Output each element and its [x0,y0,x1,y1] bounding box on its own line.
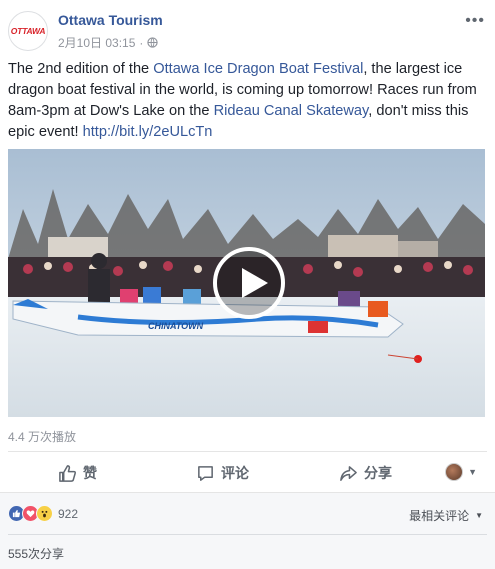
globe-icon[interactable] [147,37,159,48]
comment-label: 评论 [221,465,249,481]
share-count-link[interactable]: 555次分享 [8,545,64,562]
festival-link[interactable]: Ottawa Ice Dragon Boat Festival [153,61,363,77]
action-bar: 赞 评论 分享 ▼ [0,452,495,492]
page-avatar[interactable]: OTTAWA [8,11,48,51]
like-button[interactable]: 赞 [58,460,97,486]
identity-picker[interactable]: ▼ [445,463,477,481]
page-name-link[interactable]: Ottawa Tourism [58,12,163,28]
post-text-part: The 2nd edition of the [8,61,154,77]
post-header: OTTAWA Ottawa Tourism 2月10日 03:15 · ••• [0,0,495,58]
share-arrow-icon [340,465,357,481]
like-label: 赞 [83,465,97,481]
wow-reaction-icon [36,505,53,522]
comment-icon [198,465,213,481]
boat-label: CHINATOWN [148,321,204,331]
view-count: 4.4 万次播放 [8,430,77,444]
share-button[interactable]: 分享 [339,460,392,486]
post-message: The 2nd edition of the Ottawa Ice Dragon… [8,59,488,143]
divider [8,534,487,535]
share-label: 分享 [364,465,392,481]
play-icon[interactable] [213,247,285,319]
reaction-count: 922 [58,506,79,521]
reactions-summary[interactable]: 922 [8,505,78,522]
short-url-link[interactable]: http://bit.ly/2eULcTn [83,124,213,140]
sort-label: 最相关评论 [409,509,470,523]
meta-separator: · [139,35,144,50]
post-timestamp[interactable]: 2月10日 03:15 [58,34,135,51]
caret-down-icon: ▼ [468,467,477,477]
ellipsis-icon[interactable]: ••• [465,12,485,30]
user-avatar [445,463,464,481]
video-player[interactable]: CHINATOWN [8,149,485,417]
ottawa-logo: OTTAWA [10,26,46,36]
caret-down-icon: ▼ [475,511,483,520]
comment-button[interactable]: 评论 [196,460,249,486]
canal-link[interactable]: Rideau Canal Skateway [214,103,369,119]
thumbs-up-icon [59,464,76,482]
comment-sort-dropdown[interactable]: 最相关评论 ▼ [409,507,483,524]
post-meta: 2月10日 03:15 · [58,34,159,51]
post-footer: 922 最相关评论 ▼ 555次分享 [0,492,495,569]
